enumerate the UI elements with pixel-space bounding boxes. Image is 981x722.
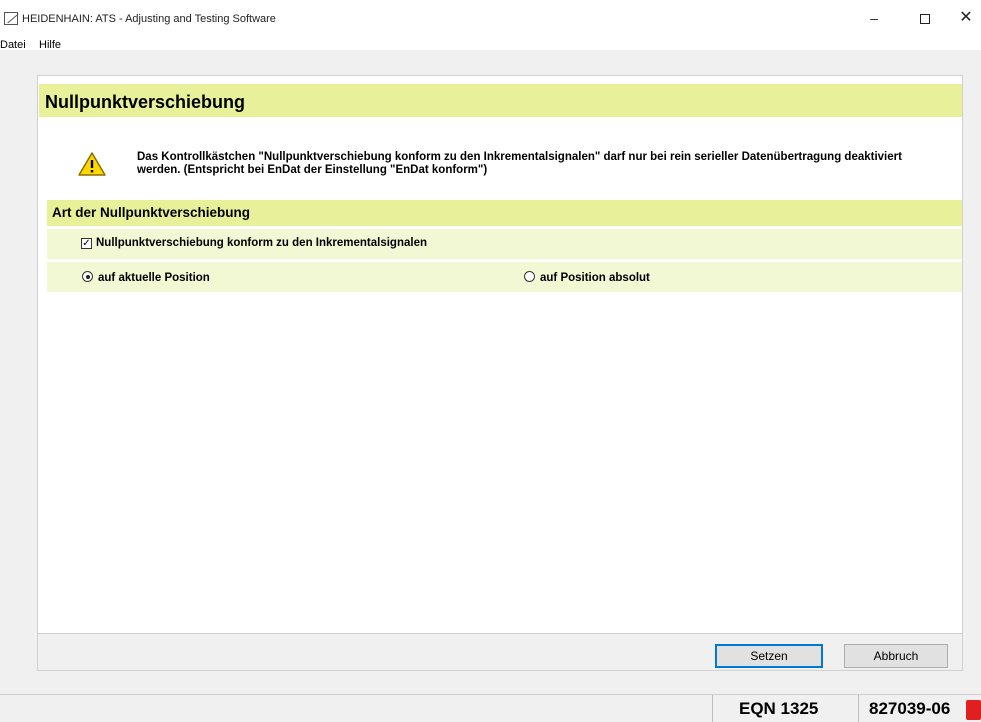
conform-checkbox-label[interactable]: Nullpunktverschiebung konform zu den Ink… [96,237,427,249]
menu-bar: Datei Hilfe [0,28,981,51]
checkbox-row: ✓ Nullpunktverschiebung konform zu den I… [47,229,962,259]
title-bar: HEIDENHAIN: ATS - Adjusting and Testing … [0,0,981,28]
page-title: Nullpunktverschiebung [45,92,246,112]
status-bar: EQN 1325 827039-06 [0,694,981,722]
menu-datei[interactable]: Datei [0,39,26,51]
warning-text: Das Kontrollkästchen "Nullpunktverschieb… [137,151,902,176]
close-button[interactable]: ✕ [951,8,981,28]
main-panel: Nullpunktverschiebung Das Kontrollkästch… [37,75,963,671]
maximize-icon [920,14,930,25]
status-id: 827039-06 [858,695,964,722]
setzen-button[interactable]: Setzen [715,644,823,668]
radio-absolute-position-label[interactable]: auf Position absolut [540,272,650,284]
radio-current-position[interactable] [82,271,93,282]
maximize-button[interactable] [910,8,940,28]
radio-absolute-position[interactable] [524,271,535,282]
radio-current-position-label[interactable]: auf aktuelle Position [98,272,210,284]
connection-icon [966,700,981,720]
abbruch-button[interactable]: Abbruch [844,644,948,668]
dialog-footer: Setzen Abbruch [38,633,962,670]
minimize-button[interactable]: – [859,8,889,28]
window-title: HEIDENHAIN: ATS - Adjusting and Testing … [22,13,276,25]
conform-checkbox[interactable]: ✓ [81,238,92,249]
section-title: Art der Nullpunktverschiebung [52,205,251,220]
app-icon [4,12,18,25]
radio-row: auf aktuelle Position auf Position absol… [47,262,962,292]
section-header: Art der Nullpunktverschiebung [47,200,962,226]
menu-hilfe[interactable]: Hilfe [39,39,61,51]
page-header: Nullpunktverschiebung [39,84,962,117]
status-model: EQN 1325 [712,695,858,722]
warning-icon [78,152,106,176]
